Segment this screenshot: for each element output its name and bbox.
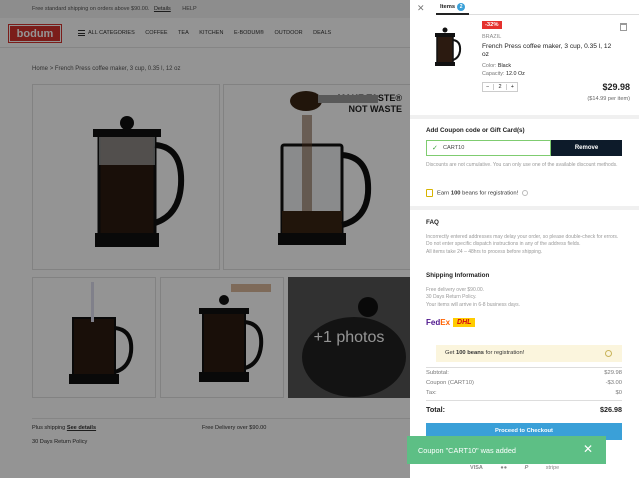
coupon-row: Coupon (CART10) -$3.00	[426, 380, 622, 386]
faq-text: Incorrectly entered addresses may delay …	[426, 234, 619, 255]
beans-icon	[426, 189, 433, 197]
qty-increase-button[interactable]: +	[511, 84, 514, 90]
summary-divider	[426, 400, 622, 401]
toast-message: Coupon "CART10" was added	[418, 446, 516, 455]
payment-methods: VISA ●● P stripe	[470, 465, 575, 471]
info-icon[interactable]	[605, 350, 612, 357]
earn-beans-line: Earn 100 beans for registration!	[426, 189, 529, 197]
section-divider	[410, 115, 639, 119]
coupon-title: Add Coupon code or Gift Card(s)	[426, 127, 525, 134]
item-name[interactable]: French Press coffee maker, 3 cup, 0.35 l…	[482, 43, 612, 59]
mastercard-icon: ●●	[500, 465, 508, 471]
fedex-logo: FedEx	[426, 318, 451, 328]
info-icon[interactable]	[522, 190, 529, 196]
toast-notification: Coupon "CART10" was added ✕	[407, 436, 606, 464]
beans-banner: Get 100 beans for registration!	[436, 345, 622, 362]
coupon-input[interactable]: ✓ CART10	[426, 140, 551, 156]
close-icon[interactable]: ✕	[417, 3, 425, 14]
total-row: Total: $26.98	[426, 405, 622, 414]
page: Free standard shipping on orders above $…	[0, 0, 639, 478]
cart-drawer: ✕ Items 2 -32% BRAZIL French Press coffee…	[410, 0, 639, 478]
qty-value[interactable]: 2	[493, 84, 507, 90]
check-icon: ✓	[432, 145, 438, 152]
qty-decrease-button[interactable]: −	[486, 84, 489, 90]
carrier-logos: FedEx DHL	[426, 314, 476, 328]
shipping-info-text: Free delivery over $90.00. 30 Days Retur…	[426, 287, 521, 308]
dhl-logo: DHL	[453, 318, 476, 328]
subtotal-row: Subtotal: $29.98	[426, 370, 622, 376]
shipping-info-title: Shipping Information	[426, 272, 490, 279]
coupon-note: Discounts are not cumulative. You can on…	[426, 162, 618, 168]
item-brand: BRAZIL	[482, 34, 502, 40]
item-capacity: Capacity: 12.0 Oz	[482, 71, 525, 77]
tab-items[interactable]: Items 2	[436, 0, 470, 15]
section-divider	[410, 206, 639, 210]
cart-tabs: Items 2	[436, 0, 639, 15]
stripe-icon: stripe	[545, 465, 560, 471]
cart-item: -32% BRAZIL French Press coffee maker, 3…	[420, 18, 630, 108]
quantity-stepper: − 2 +	[482, 82, 518, 92]
items-count-badge: 2	[457, 3, 466, 11]
faq-title: FAQ	[426, 219, 439, 226]
item-unit-price: ($14.99 per item)	[587, 96, 630, 102]
close-icon[interactable]: ✕	[583, 442, 593, 456]
item-price: $29.98	[602, 82, 630, 92]
cart-item-image	[435, 27, 462, 66]
paypal-icon: P	[524, 465, 529, 471]
item-color: Color: Black	[482, 63, 512, 69]
remove-coupon-button[interactable]: Remove	[551, 140, 622, 156]
trash-icon[interactable]	[620, 23, 627, 31]
tax-row: Tax: $0	[426, 390, 622, 396]
visa-icon: VISA	[470, 465, 483, 471]
discount-badge: -32%	[482, 21, 502, 29]
summary-divider	[426, 367, 622, 368]
